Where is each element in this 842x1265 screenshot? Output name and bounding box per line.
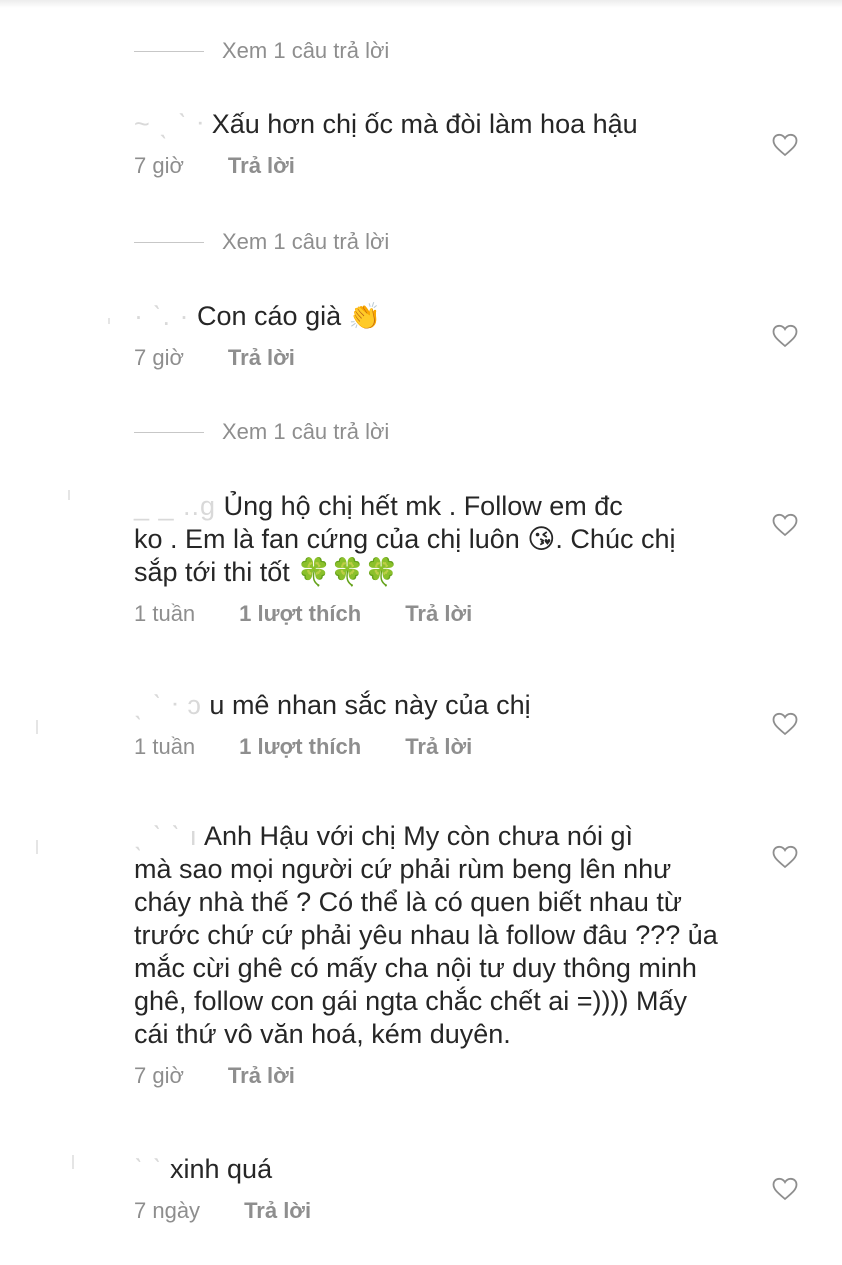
blur-artifact [68,490,70,500]
heart-icon[interactable] [772,1177,798,1201]
view-replies-link[interactable]: Xem 1 câu trả lời [134,38,389,64]
comment-username[interactable]: · ˋ. · [134,300,189,333]
comment-item: ˋ ˋ xinh quá 7 ngày Trả lời [134,1153,744,1226]
comment-body-line: Ủng hộ chị hết mk . Follow em đc [223,491,623,521]
comment-item: ˎ ˋ ᐧ ɔ u mê nhan sắc này của chị 1 tuần… [134,689,744,762]
view-replies-label: Xem 1 câu trả lời [222,38,390,63]
view-replies-label: Xem 1 câu trả lời [222,419,390,444]
comment-time: 1 tuần [134,601,196,626]
reply-button[interactable]: Trả lời [228,345,295,371]
comment-body: u mê nhan sắc này của chị [209,690,531,720]
comment-text: ~ ˎ ˋ ᐧ Xấu hơn chị ốc mà đòi làm hoa hậ… [134,108,744,141]
comment-body-line: Anh Hậu với chị My còn chưa nói gì [204,821,633,851]
comment-time: 7 giờ [134,1063,184,1088]
comment-body-line: sắp tới thi tốt 🍀🍀🍀 [134,557,399,587]
comment-body: xinh quá [170,1154,273,1184]
likes-count[interactable]: 1 lượt thích [239,601,361,627]
likes-count[interactable]: 1 lượt thích [239,734,361,760]
comment-meta: 1 tuần 1 lượt thích Trả lời [134,599,744,629]
comment-text: _ _ ..g Ủng hộ chị hết mk . Follow em đc… [134,490,744,589]
blur-artifact [36,720,38,734]
reply-button[interactable]: Trả lời [405,734,472,760]
comment-meta: 7 giờ Trả lời [134,343,744,373]
top-edge [0,0,842,8]
divider-line [134,50,204,52]
comment-body-line: trước chứ cứ phải yêu nhau là follow đâu… [134,920,718,950]
heart-icon[interactable] [772,513,798,537]
view-replies-label: Xem 1 câu trả lời [222,229,390,254]
comment-body-line: ghê, follow con gái ngta chắc chết ai =)… [134,986,688,1016]
comment-text: · ˋ. · Con cáo già 👏 [134,300,744,333]
divider-line [134,431,204,433]
reply-button[interactable]: Trả lời [405,601,472,627]
comment-text: ˎ ˋ ˋ ı Anh Hậu với chị My còn chưa nói … [134,820,744,1051]
blur-artifact [108,318,110,324]
comment-item: ˎ ˋ ˋ ı Anh Hậu với chị My còn chưa nói … [134,820,744,1091]
comment-username[interactable]: ˋ ˋ [134,1153,162,1186]
comment-time: 7 giờ [134,153,184,178]
comment-item: · ˋ. · Con cáo già 👏 7 giờ Trả lời [134,300,744,373]
comment-time: 1 tuần [134,734,196,759]
heart-icon[interactable] [772,712,798,736]
blur-artifact [36,840,38,854]
comment-username[interactable]: ~ ˎ ˋ ᐧ [134,108,204,141]
comment-text: ˋ ˋ xinh quá [134,1153,744,1186]
heart-icon[interactable] [772,133,798,157]
divider-line [134,241,204,243]
comment-item: ~ ˎ ˋ ᐧ Xấu hơn chị ốc mà đòi làm hoa hậ… [134,108,744,181]
comment-time: 7 ngày [134,1198,201,1223]
comment-body-line: cái thứ vô văn hoá, kém duyên. [134,1019,511,1049]
comment-body-line: ko . Em là fan cứng của chị luôn 😘. Chúc… [134,524,676,554]
heart-icon[interactable] [772,324,798,348]
comment-body-line: mắc cừi ghê có mấy cha nội tư duy thông … [134,953,697,983]
reply-button[interactable]: Trả lời [228,1063,295,1089]
comment-body: Xấu hơn chị ốc mà đòi làm hoa hậu [211,109,638,139]
comment-username[interactable]: ˎ ˋ ᐧ ɔ [134,689,202,722]
clapping-hands-emoji: 👏 [348,301,381,331]
blur-artifact [72,1155,74,1169]
comment-meta: 7 giờ Trả lời [134,151,744,181]
view-replies-link[interactable]: Xem 1 câu trả lời [134,419,389,445]
comment-username[interactable]: ˎ ˋ ˋ ı [134,820,198,853]
view-replies-link[interactable]: Xem 1 câu trả lời [134,229,389,255]
comment-meta: 1 tuần 1 lượt thích Trả lời [134,732,744,762]
comment-body-line: mà sao mọi người cứ phải rùm beng lên nh… [134,854,672,884]
comment-meta: 7 ngày Trả lời [134,1196,744,1226]
comment-username[interactable]: _ _ ..g [134,490,216,523]
comment-meta: 7 giờ Trả lời [134,1061,744,1091]
comment-time: 7 giờ [134,345,184,370]
comment-text: ˎ ˋ ᐧ ɔ u mê nhan sắc này của chị [134,689,744,722]
reply-button[interactable]: Trả lời [244,1198,311,1224]
comment-body: Con cáo già [197,301,342,331]
comment-item: _ _ ..g Ủng hộ chị hết mk . Follow em đc… [134,490,744,629]
comment-body-line: cháy nhà thế ? Có thể là có quen biết nh… [134,887,682,917]
heart-icon[interactable] [772,845,798,869]
reply-button[interactable]: Trả lời [228,153,295,179]
